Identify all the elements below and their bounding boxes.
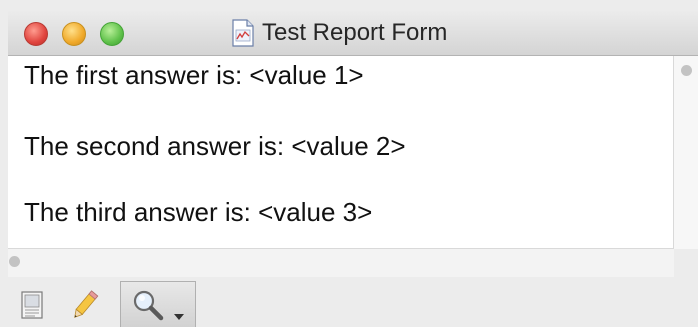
view-mode-icon: [21, 291, 43, 323]
bottom-toolbar: [8, 280, 698, 327]
edit-button[interactable]: [70, 288, 100, 322]
horizontal-scrollbar[interactable]: [8, 249, 674, 277]
vertical-scroll-knob[interactable]: [681, 65, 692, 76]
chevron-down-icon[interactable]: [173, 308, 185, 326]
report-content-area: The first answer is: <value 1> The secon…: [8, 56, 674, 249]
report-line-third: The third answer is: <value 3>: [24, 197, 373, 227]
minimize-window-button[interactable]: [62, 22, 86, 46]
report-line-first: The first answer is: <value 1>: [24, 60, 364, 90]
report-document-icon: [232, 19, 254, 47]
magnifier-icon: [131, 288, 165, 327]
window-titlebar[interactable]: Test Report Form: [8, 10, 698, 56]
close-window-button[interactable]: [24, 22, 48, 46]
pencil-icon: [70, 290, 100, 326]
vertical-scrollbar[interactable]: [674, 56, 698, 249]
report-line-second: The second answer is: <value 2>: [24, 131, 406, 161]
search-button[interactable]: [120, 281, 196, 327]
zoom-window-button[interactable]: [100, 22, 124, 46]
horizontal-scroll-knob[interactable]: [9, 256, 20, 267]
view-mode-button[interactable]: [21, 291, 43, 319]
window-title-group: Test Report Form: [232, 17, 447, 49]
window-title: Test Report Form: [262, 19, 448, 46]
